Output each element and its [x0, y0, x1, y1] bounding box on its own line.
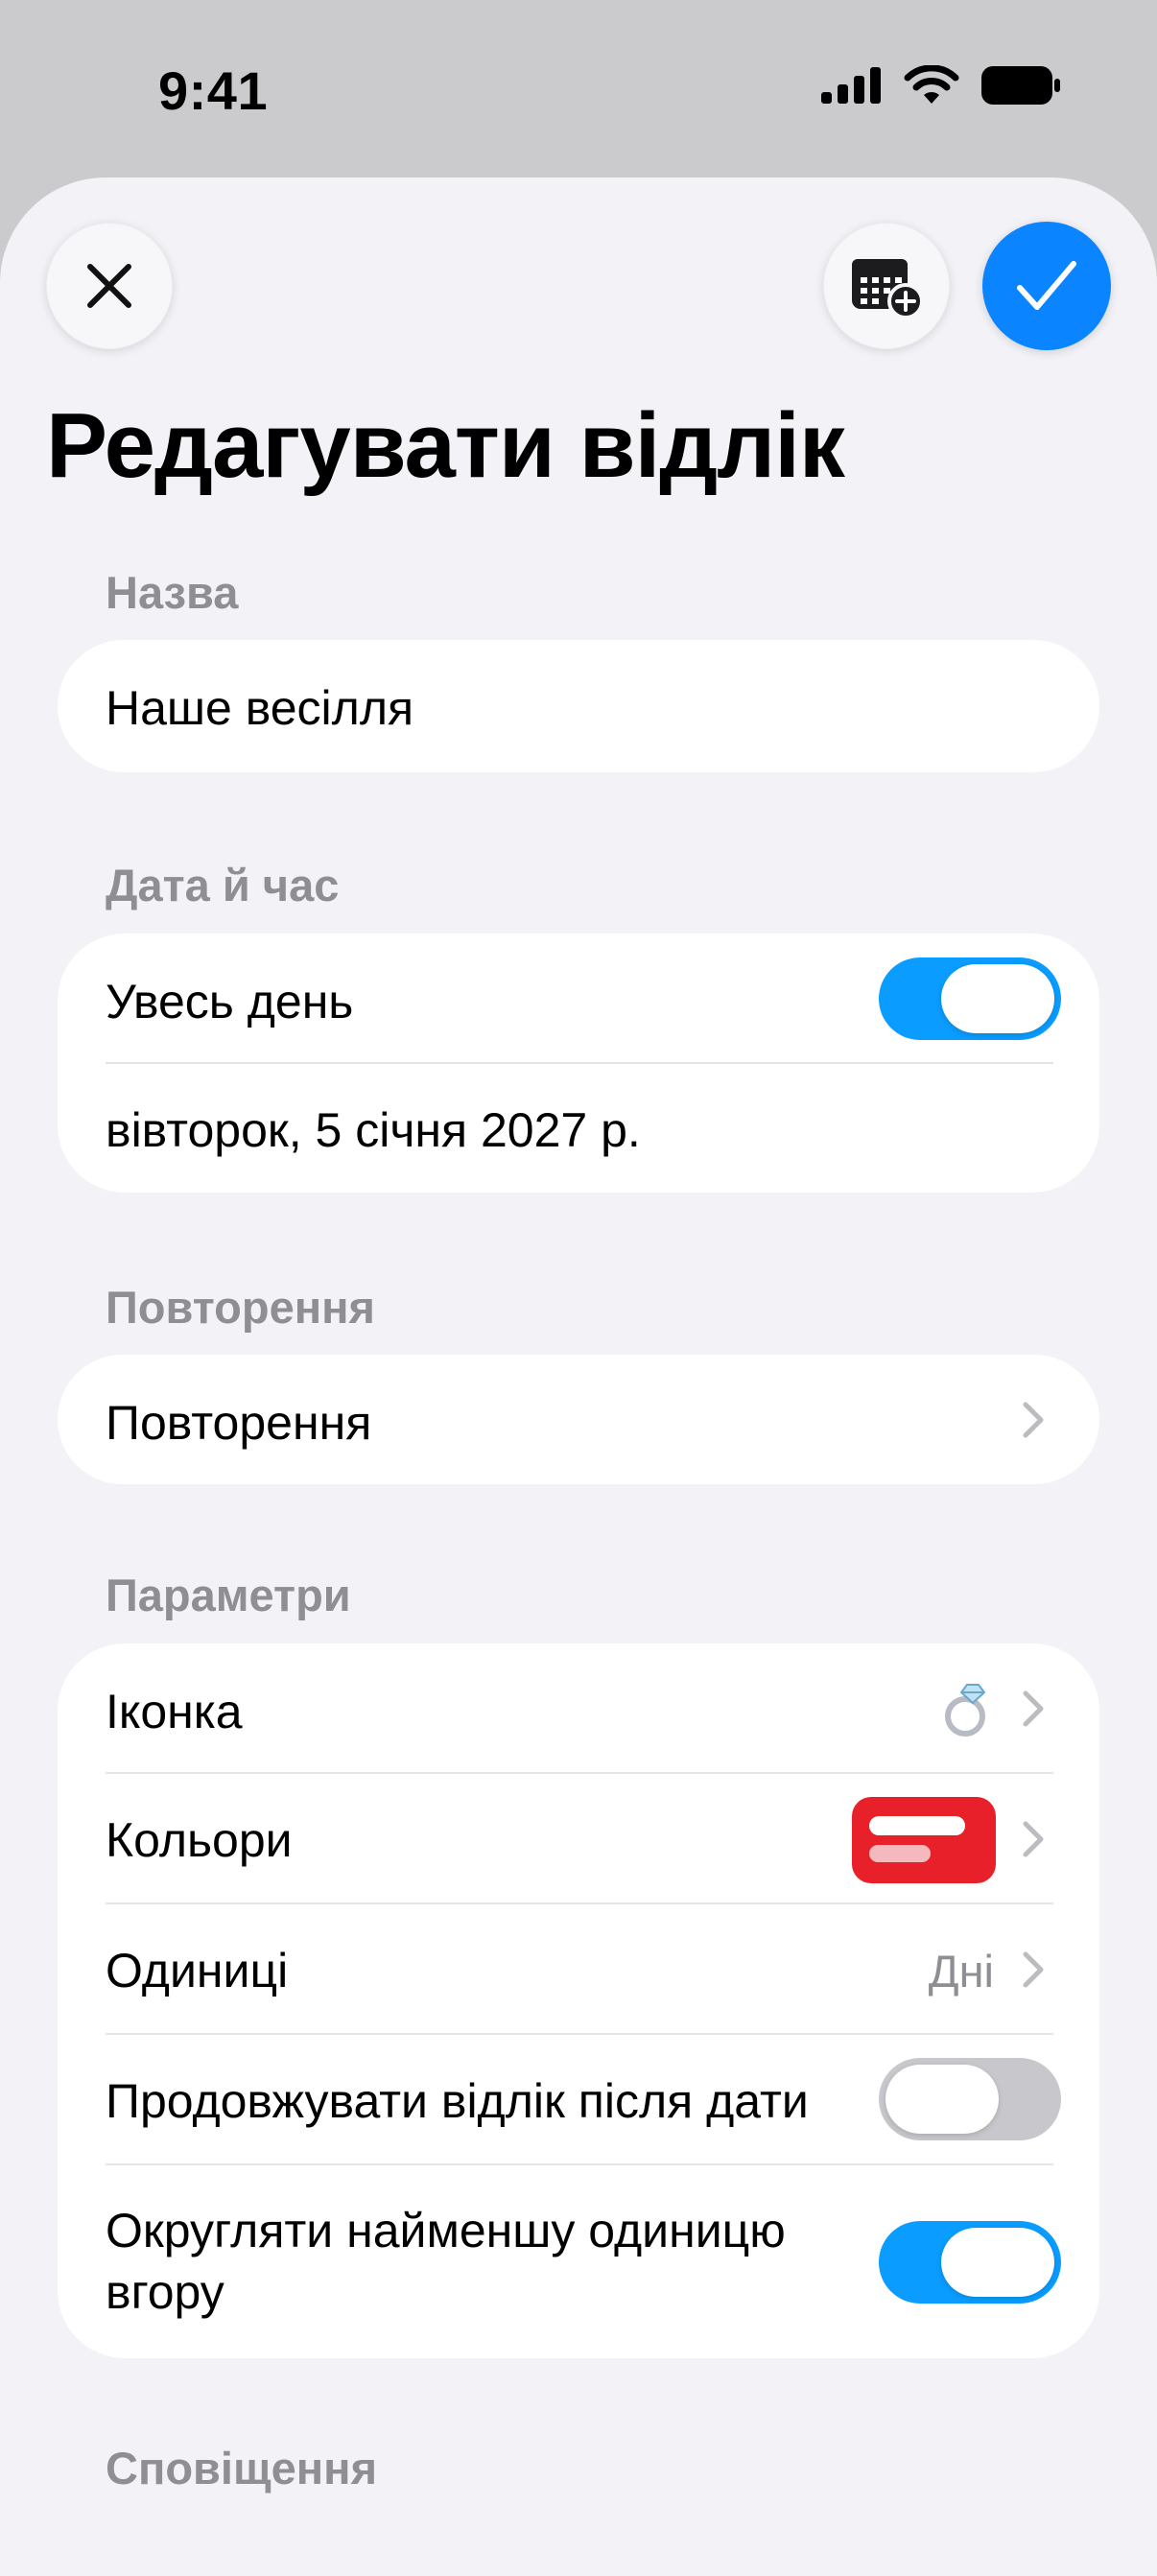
chevron-right-icon [1023, 1821, 1044, 1857]
continue-row: Продовжувати відлік після дати [58, 2035, 1099, 2164]
units-row[interactable]: Одиниці Дні [58, 1904, 1099, 2034]
date-value: вівторок, 5 січня 2027 р. [106, 1103, 641, 1157]
colors-label: Кольори [106, 1813, 293, 1867]
repeat-label: Повторення [106, 1396, 372, 1450]
continue-toggle[interactable] [879, 2058, 1061, 2140]
chevron-right-icon [1023, 1690, 1044, 1727]
repeat-group: Повторення [58, 1355, 1099, 1484]
date-row[interactable]: вівторок, 5 січня 2027 р. [58, 1064, 1099, 1193]
checkmark-icon [1017, 261, 1076, 310]
add-to-calendar-button[interactable] [823, 223, 950, 349]
datetime-group: Увесь день вівторок, 5 січня 2027 р. [58, 934, 1099, 1193]
calendar-add-icon [852, 259, 924, 319]
section-label-notifications: Сповіщення [106, 2443, 377, 2493]
section-label-name: Назва [106, 567, 239, 618]
round-label-line1: Округляти найменшу одиницю [106, 2204, 786, 2257]
params-group: Іконка Кольори Одиниці Дні Продовжувати … [58, 1643, 1099, 2358]
close-button[interactable] [46, 223, 173, 349]
cellular-signal-icon [821, 67, 881, 104]
repeat-row[interactable]: Повторення [58, 1355, 1099, 1484]
units-value: Дні [928, 1946, 994, 1997]
all-day-toggle[interactable] [879, 957, 1061, 1040]
section-label-datetime: Дата й час [106, 860, 340, 910]
colors-row[interactable]: Кольори [58, 1774, 1099, 1903]
wifi-icon [904, 65, 959, 104]
round-toggle[interactable] [879, 2221, 1061, 2304]
status-time: 9:41 [158, 60, 269, 121]
name-group: Наше весілля [58, 640, 1099, 772]
icon-label: Іконка [106, 1685, 243, 1738]
chevron-right-icon [1023, 1402, 1044, 1438]
status-icons [821, 65, 1061, 106]
ring-icon [945, 1684, 986, 1737]
round-label: Округляти найменшу одиницю вгору [106, 2200, 786, 2323]
color-swatch [852, 1797, 996, 1883]
edit-sheet: Редагувати відлік Назва Наше весілля Дат… [0, 177, 1157, 2576]
close-icon [87, 264, 131, 308]
page-title: Редагувати відлік [46, 394, 845, 497]
all-day-label: Увесь день [106, 975, 354, 1028]
section-label-repeat: Повторення [106, 1282, 375, 1333]
name-field[interactable]: Наше весілля [106, 680, 413, 736]
units-label: Одиниці [106, 1944, 289, 1997]
icon-row[interactable]: Іконка [58, 1643, 1099, 1773]
round-row: Округляти найменшу одиницю вгору [58, 2165, 1099, 2357]
all-day-row: Увесь день [58, 934, 1099, 1063]
continue-label: Продовжувати відлік після дати [106, 2074, 809, 2128]
battery-icon [981, 66, 1060, 105]
round-label-line2: вгору [106, 2265, 224, 2319]
confirm-button[interactable] [982, 222, 1111, 350]
status-bar: 9:41 [0, 0, 1157, 182]
section-label-params: Параметри [106, 1570, 351, 1620]
chevron-right-icon [1023, 1951, 1044, 1988]
